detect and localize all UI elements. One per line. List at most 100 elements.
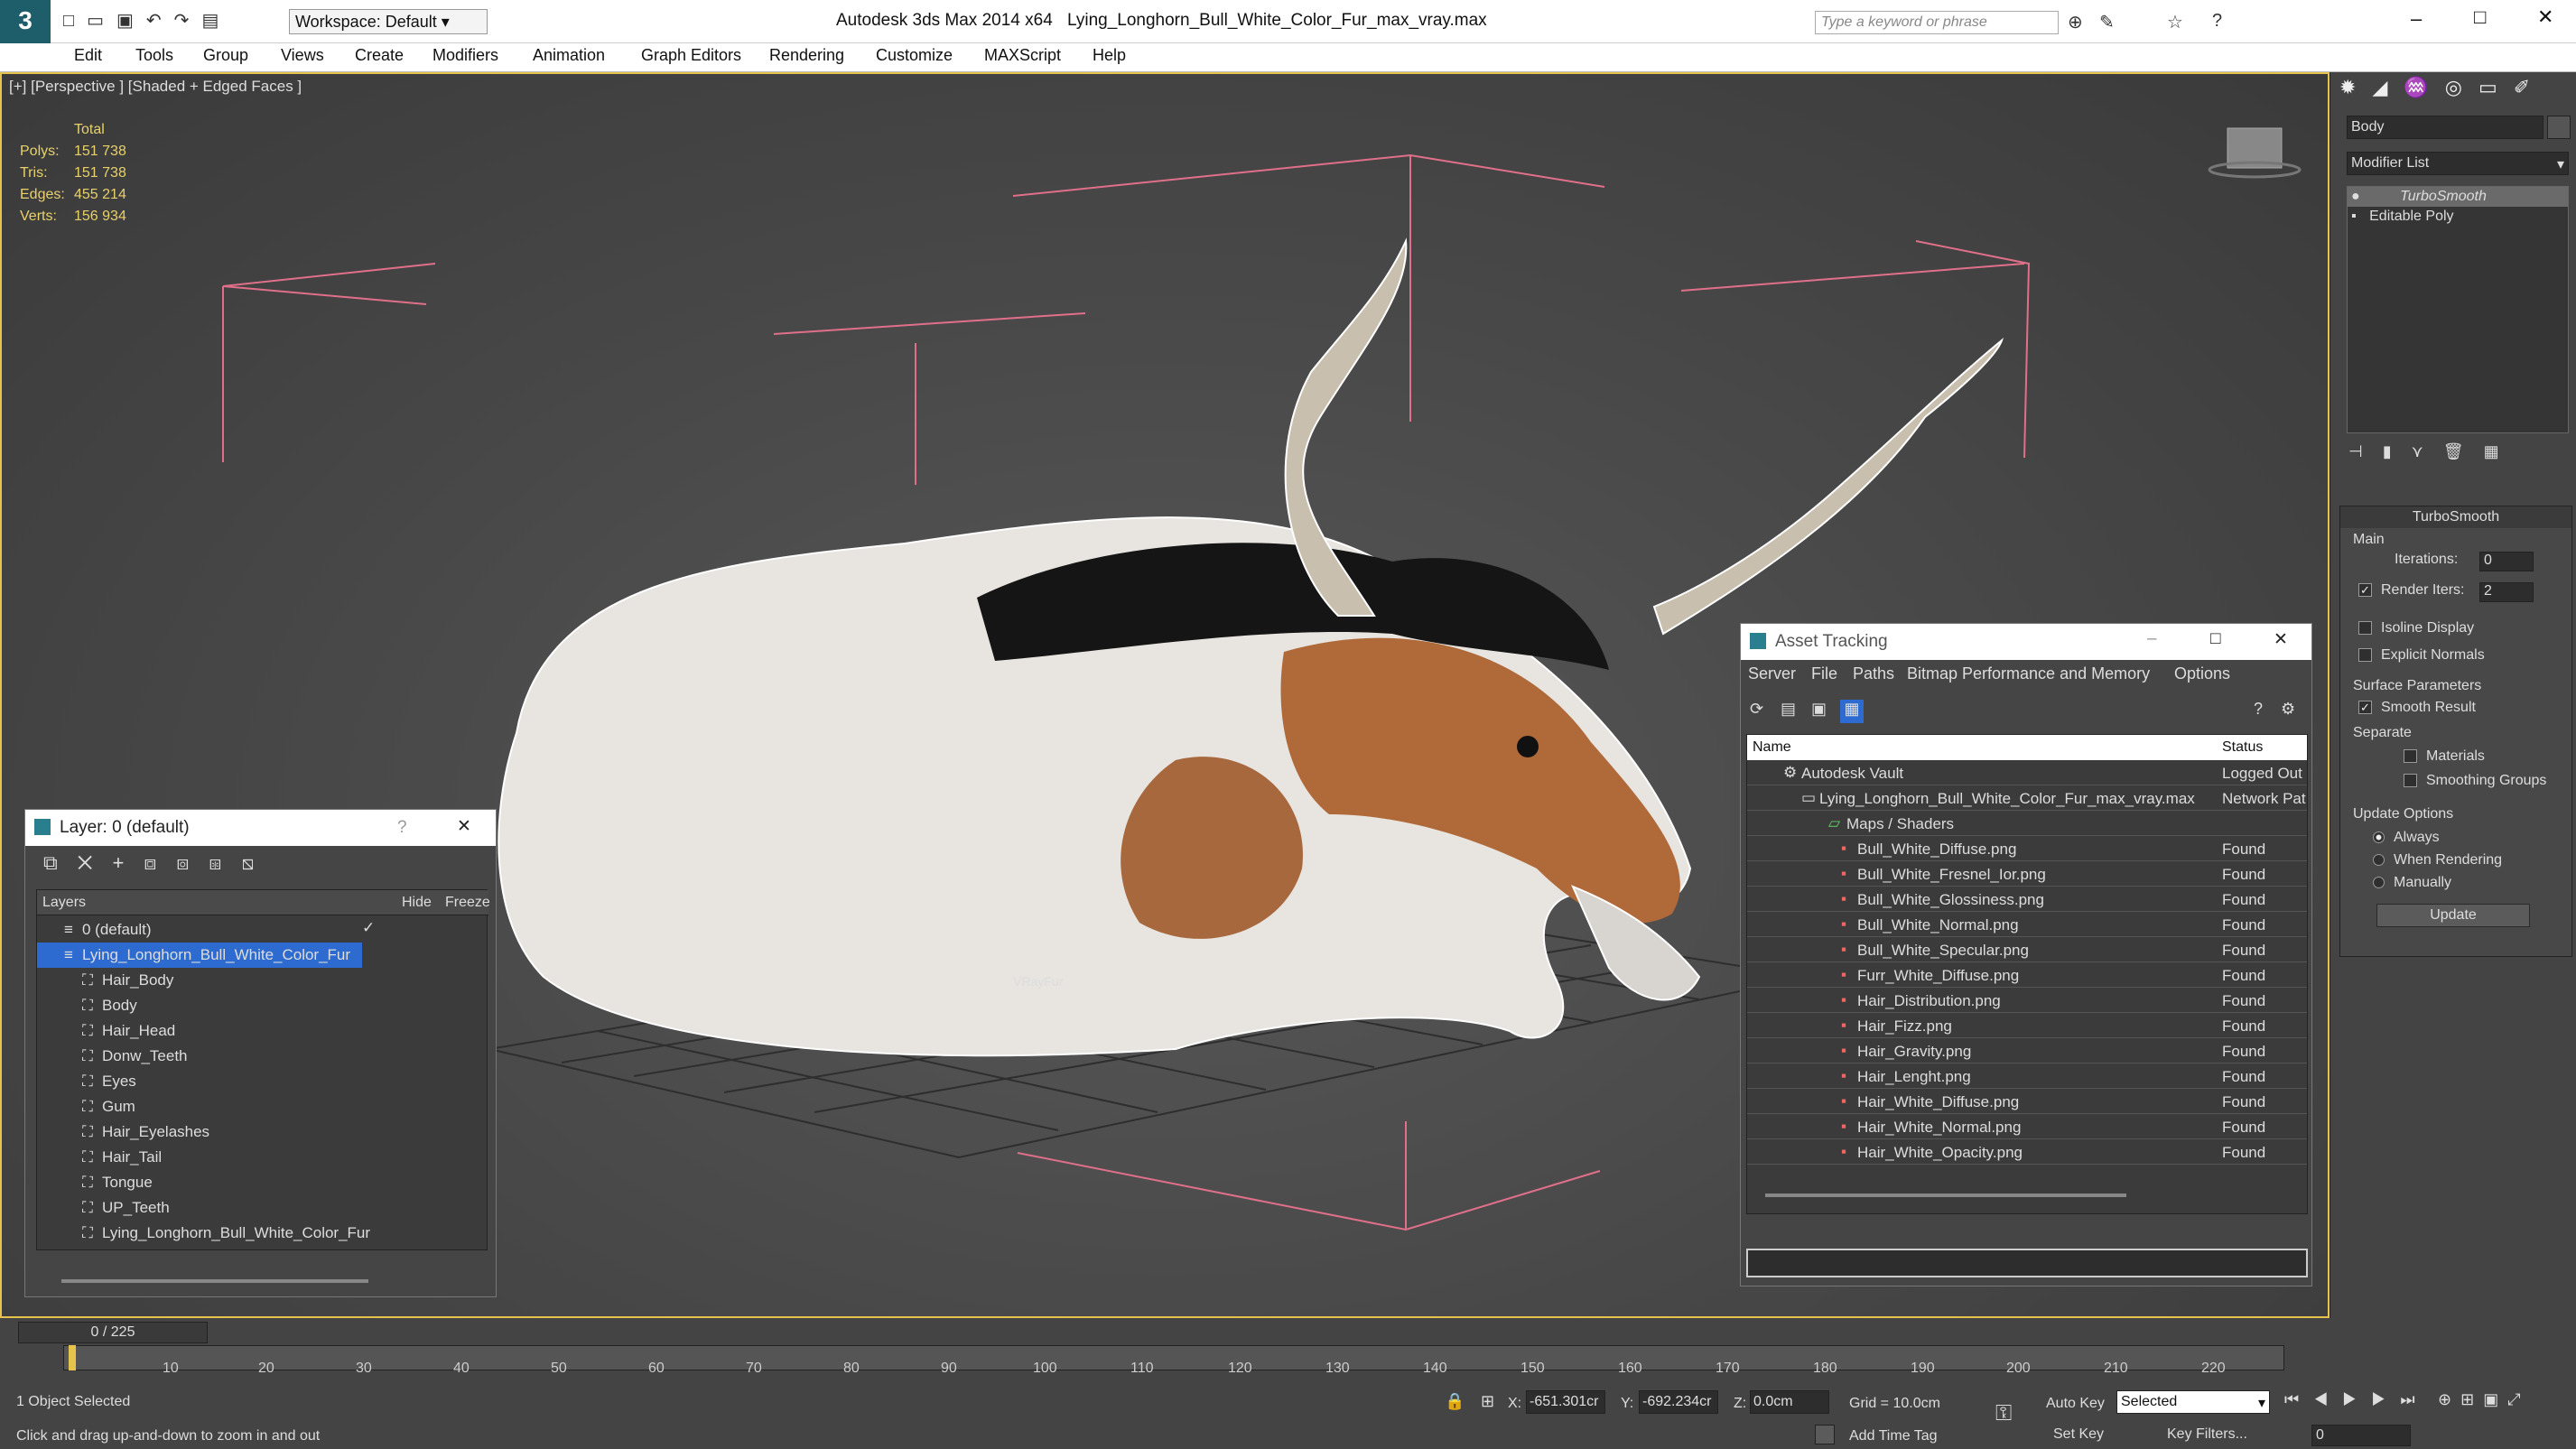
- asset-menu-server[interactable]: Server: [1748, 664, 1796, 683]
- help-icon[interactable]: ?: [2212, 11, 2222, 32]
- open-file-icon[interactable]: ▭: [87, 11, 116, 31]
- remove-modifier-icon[interactable]: 🗑: [2443, 442, 2484, 460]
- time-slider[interactable]: 0 / 225: [18, 1322, 208, 1343]
- menu-customize[interactable]: Customize: [876, 46, 953, 65]
- layer-object-row[interactable]: ⛶ Eyes: [37, 1069, 488, 1094]
- zoom-all-icon[interactable]: ⊞: [2460, 1390, 2483, 1408]
- rollout-header[interactable]: TurboSmooth: [2340, 506, 2571, 528]
- menu-maxscript[interactable]: MAXScript: [984, 46, 1061, 65]
- zoom-icon[interactable]: ⊕: [2438, 1390, 2460, 1408]
- show-end-result-icon[interactable]: ▮: [2383, 442, 2412, 460]
- smoothing-groups-checkbox[interactable]: [2404, 774, 2417, 788]
- maximize-button[interactable]: □: [2474, 5, 2486, 29]
- render-iters-spinner[interactable]: 2: [2479, 582, 2534, 602]
- asset-menu-paths[interactable]: Paths: [1853, 664, 1894, 683]
- menu-create[interactable]: Create: [355, 46, 404, 65]
- menu-group[interactable]: Group: [203, 46, 248, 65]
- layer-object-row[interactable]: ⛶ Hair_Eyelashes: [37, 1119, 488, 1145]
- z-coordinate-field[interactable]: 0.0cm: [1750, 1390, 1829, 1414]
- layer-row[interactable]: ≡ 0 (default) ✓: [37, 917, 488, 943]
- minimize-button[interactable]: –: [2411, 7, 2422, 31]
- asset-row[interactable]: ▪ Hair_White_Normal.png Found: [1747, 1114, 2307, 1139]
- iterations-spinner[interactable]: 0: [2479, 552, 2534, 571]
- name-column-header[interactable]: Name: [1753, 739, 1791, 756]
- track-bar[interactable]: [63, 1345, 2284, 1370]
- menu-tools[interactable]: Tools: [135, 46, 173, 65]
- thumbnail-view-icon[interactable]: ▣: [1811, 700, 1827, 719]
- hide-column-header[interactable]: Hide: [402, 895, 432, 911]
- y-coordinate-field[interactable]: -692.234cr: [1639, 1390, 1718, 1414]
- freeze-column-header[interactable]: Freeze: [445, 895, 490, 911]
- time-slider-handle[interactable]: [69, 1345, 76, 1370]
- display-tab-icon[interactable]: ▭: [2478, 76, 2514, 98]
- layer-object-row[interactable]: ⛶ Body: [37, 993, 488, 1018]
- update-button[interactable]: Update: [2376, 904, 2530, 927]
- asset-row[interactable]: ▪ Bull_White_Diffuse.png Found: [1747, 836, 2307, 861]
- isoline-display-checkbox[interactable]: [2358, 621, 2372, 636]
- asset-row[interactable]: ▪ Bull_White_Glossiness.png Found: [1747, 887, 2307, 912]
- asset-row[interactable]: ▪ Hair_Lenght.png Found: [1747, 1064, 2307, 1089]
- key-icon[interactable]: ⚿: [1995, 1401, 2012, 1426]
- add-to-layer-icon[interactable]: +: [112, 851, 144, 874]
- close-button[interactable]: ✕: [2537, 5, 2553, 29]
- object-color-swatch[interactable]: [2547, 116, 2571, 139]
- set-key-button[interactable]: Set Key: [2053, 1426, 2104, 1443]
- asset-row[interactable]: ⚙ Autodesk Vault Logged Out: [1747, 760, 2307, 785]
- stack-item-turbosmooth[interactable]: ● TurboSmooth: [2348, 187, 2568, 207]
- manually-radio[interactable]: [2373, 877, 2385, 889]
- asset-row[interactable]: ▪ Hair_White_Diffuse.png Found: [1747, 1089, 2307, 1114]
- lightbulb-icon[interactable]: ●: [2351, 189, 2360, 204]
- asset-row[interactable]: ▪ Hair_White_Opacity.png Found: [1747, 1139, 2307, 1165]
- asset-row[interactable]: ▪ Hair_Gravity.png Found: [1747, 1038, 2307, 1064]
- new-file-icon[interactable]: □: [63, 11, 87, 31]
- configure-sets-icon[interactable]: ▦: [2484, 442, 2519, 460]
- refresh-icon[interactable]: ⟳: [1750, 700, 1763, 719]
- menu-rendering[interactable]: Rendering: [769, 46, 844, 65]
- key-filters-button[interactable]: Key Filters...: [2167, 1426, 2247, 1443]
- prev-frame-icon[interactable]: ◀: [2313, 1390, 2342, 1408]
- list-view-icon[interactable]: ▤: [1781, 700, 1796, 719]
- add-time-tag-icon[interactable]: [1815, 1425, 1835, 1444]
- communication-icon[interactable]: ✎: [2099, 11, 2115, 33]
- hierarchy-tab-icon[interactable]: ♒: [2404, 76, 2444, 98]
- asset-menu-bitmap[interactable]: Bitmap Performance and Memory: [1907, 664, 2150, 683]
- play-icon[interactable]: ▶: [2342, 1390, 2371, 1408]
- asset-row[interactable]: ▪ Hair_Distribution.png Found: [1747, 988, 2307, 1013]
- next-frame-icon[interactable]: ▶: [2371, 1390, 2400, 1408]
- asset-menu-file[interactable]: File: [1811, 664, 1837, 683]
- binoculars-icon[interactable]: ⊕: [2068, 11, 2083, 33]
- object-name-field[interactable]: Body: [2347, 116, 2543, 139]
- select-in-layer-icon[interactable]: ⧈: [144, 851, 176, 874]
- utilities-tab-icon[interactable]: ✐: [2514, 76, 2546, 98]
- always-radio[interactable]: [2373, 831, 2385, 844]
- layer-window-titlebar[interactable]: Layer: 0 (default) ? ✕: [25, 810, 496, 846]
- materials-checkbox[interactable]: [2404, 749, 2417, 764]
- layer-object-row[interactable]: ⛶ Gum: [37, 1094, 488, 1119]
- delete-layer-icon[interactable]: ✕: [78, 851, 113, 874]
- asset-row[interactable]: ▪ Bull_White_Normal.png Found: [1747, 912, 2307, 937]
- render-iters-checkbox[interactable]: ✓: [2358, 583, 2372, 598]
- layer-object-row[interactable]: ⛶ Hair_Body: [37, 968, 488, 993]
- create-tab-icon[interactable]: ✹: [2339, 76, 2372, 98]
- maximize-viewport-icon[interactable]: ⤢: [2507, 1390, 2529, 1408]
- hide-all-icon[interactable]: ⧆: [209, 851, 241, 874]
- app-logo[interactable]: 3: [0, 0, 51, 43]
- asset-row[interactable]: ▪ Hair_Fizz.png Found: [1747, 1013, 2307, 1038]
- layers-column-header[interactable]: Layers: [42, 895, 86, 911]
- menu-modifiers[interactable]: Modifiers: [432, 46, 498, 65]
- layer-help-button[interactable]: ?: [397, 818, 407, 838]
- stack-item-editable-poly[interactable]: ▪ Editable Poly: [2348, 207, 2568, 227]
- selected-dropdown[interactable]: Selected ▾: [2116, 1390, 2270, 1414]
- redo-icon[interactable]: ↷: [174, 11, 202, 31]
- layer-object-row[interactable]: ⛶ Lying_Longhorn_Bull_White_Color_Fur: [37, 1221, 488, 1246]
- layer-object-row[interactable]: ⛶ Hair_Head: [37, 1018, 488, 1044]
- layer-close-button[interactable]: ✕: [457, 816, 471, 837]
- smooth-result-checkbox[interactable]: ✓: [2358, 701, 2372, 715]
- layer-object-row[interactable]: ⛶ Tongue: [37, 1170, 488, 1195]
- freeze-all-icon[interactable]: ⧅: [241, 851, 274, 874]
- modify-tab-icon[interactable]: ◢: [2372, 76, 2404, 98]
- menu-edit[interactable]: Edit: [74, 46, 102, 65]
- table-view-icon[interactable]: ▦: [1840, 700, 1864, 723]
- motion-tab-icon[interactable]: ◎: [2445, 76, 2478, 98]
- asset-minimize-button[interactable]: –: [2147, 629, 2157, 649]
